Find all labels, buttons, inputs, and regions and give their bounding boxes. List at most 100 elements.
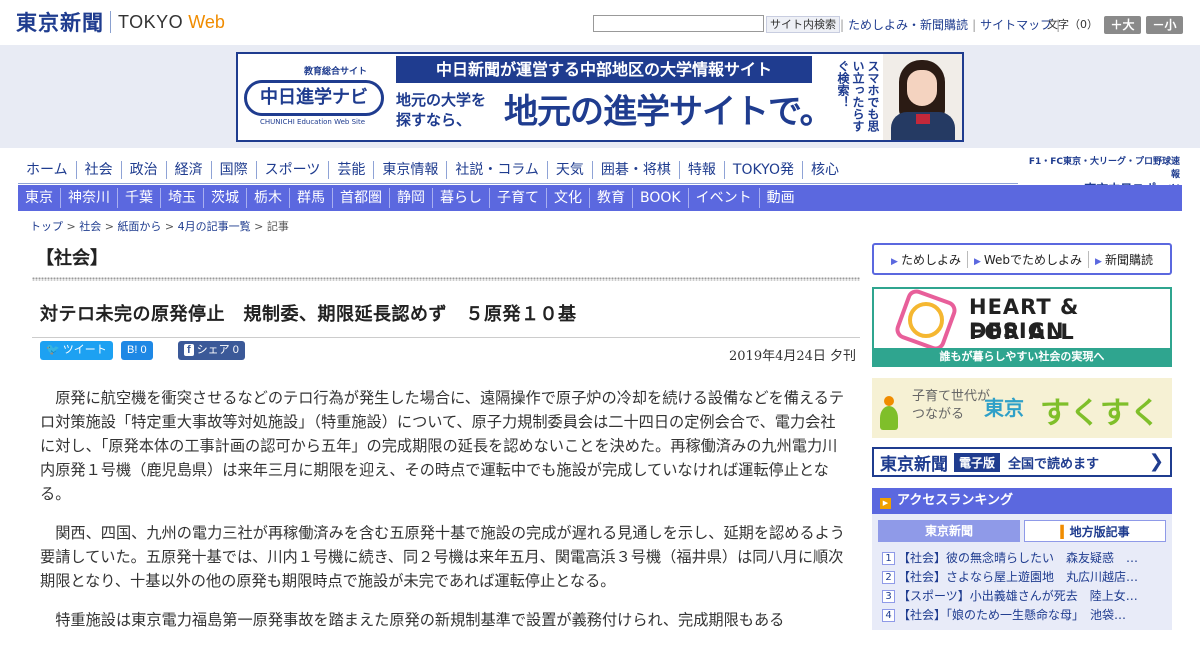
chunichi-sports-tagline: F1・FC東京・大リーグ・プロ野球速報 — [1028, 157, 1180, 180]
subscribe-label: 新聞購読 — [1104, 252, 1153, 267]
facebook-share-label: シェア 0 — [196, 344, 239, 356]
trial-subscribe-link[interactable]: ためしよみ・新聞購読 — [848, 16, 968, 33]
web-trial-read-link[interactable]: ▶ Webでためしよみ — [966, 250, 1088, 268]
ranking-item[interactable]: 4 【社会】「娘のため一生懸命な母」 池袋… — [882, 606, 1162, 624]
secondary-nav-item[interactable]: 首都圏 — [332, 188, 389, 208]
secondary-nav-item[interactable]: イベント — [687, 188, 759, 208]
top-links: | ためしよみ・新聞購読 | サイトマップ | — [836, 16, 1064, 33]
secondary-nav-item[interactable]: 動画 — [758, 188, 802, 208]
digital-edition-text: 全国で読めます — [1008, 456, 1100, 472]
banner-top-text: 中日新聞が運営する中部地区の大学情報サイト — [396, 56, 812, 83]
tweet-button[interactable]: 🐦 ツイート — [40, 341, 113, 360]
secondary-nav-item[interactable]: 神奈川 — [60, 188, 117, 208]
heart-design-banner[interactable]: HEART & DESIGN FOR ALL 誰もが暮らしやすい社会の実現へ — [872, 286, 1172, 367]
logo-japanese: 東京新聞 — [16, 10, 104, 35]
breadcrumb-april-list[interactable]: 4月の記事一覧 — [178, 220, 251, 233]
facebook-share-button[interactable]: f シェア 0 — [178, 341, 245, 360]
primary-nav-item[interactable]: 東京情報 — [373, 161, 446, 179]
primary-nav-item[interactable]: ホーム — [18, 161, 76, 179]
banner-vertical-text: スマホでも思い立ったらすぐ検索！ — [836, 60, 880, 132]
ranking-item[interactable]: 3 【スポーツ】小出義雄さんが死去 陸上女… — [882, 587, 1162, 605]
primary-nav-item[interactable]: 政治 — [120, 161, 166, 179]
sukusuku-tagline: 子育て世代が つながる — [912, 389, 991, 422]
logo-divider — [110, 11, 111, 33]
sukusuku-banner[interactable]: 子育て世代が つながる 東京 すくすく — [872, 378, 1172, 438]
ad-banner[interactable]: 教育総合サイト 中日進学ナビ CHUNICHI Education Web Si… — [236, 52, 964, 142]
dotted-divider — [32, 277, 860, 281]
section-heading: 【社会】 — [36, 248, 108, 269]
heart-design-title-2: FOR ALL — [969, 320, 1075, 344]
digital-edition-logo: 東京新聞 — [880, 454, 948, 475]
article-title: 対テロ未完の原発停止 規制委、期限延長認めず ５原発１０基 — [40, 304, 577, 325]
link-divider: | — [840, 17, 845, 32]
secondary-nav-item[interactable]: 埼玉 — [160, 188, 203, 208]
secondary-nav-item[interactable]: BOOK — [632, 188, 688, 208]
breadcrumb-print[interactable]: 紙面から — [117, 220, 161, 233]
search-button[interactable]: サイト内検索 — [766, 16, 840, 33]
leaf-icon — [880, 406, 898, 430]
sitemap-link[interactable]: サイトマップ — [980, 16, 1052, 33]
photo-face — [907, 70, 937, 106]
heart-design-subtitle: 誰もが暮らしやすい社会の実現へ — [874, 348, 1170, 365]
secondary-nav-item[interactable]: 暮らし — [432, 188, 489, 208]
logo-english: TOKYO — [118, 11, 184, 32]
web-trial-read-label: Webでためしよみ — [983, 252, 1083, 267]
primary-nav-item[interactable]: 国際 — [210, 161, 256, 179]
font-bigger-button[interactable]: ＋大 — [1104, 16, 1141, 34]
secondary-nav-item[interactable]: 千葉 — [117, 188, 160, 208]
chunichi-sports-link[interactable]: F1・FC東京・大リーグ・プロ野球速報 東京中日スポーツ — [1020, 154, 1180, 196]
ranking-tab-tokyo[interactable]: 東京新聞 — [878, 520, 1020, 542]
photo-bow — [916, 114, 930, 124]
ranking-tab-local[interactable]: ▍地方版記事 — [1024, 520, 1166, 542]
hatena-bookmark-button[interactable]: B! 0 — [121, 341, 153, 360]
secondary-nav-item[interactable]: 栃木 — [246, 188, 289, 208]
ranking-number: 2 — [882, 571, 895, 584]
ranking-item[interactable]: 1 【社会】彼の無念晴らしたい 森友疑惑 … — [882, 549, 1162, 567]
breadcrumb: トップ > 社会 > 紙面から > 4月の記事一覧 > 記事 — [30, 220, 289, 233]
digital-edition-banner[interactable]: 東京新聞 電子版 全国で読めます ❯ — [872, 447, 1172, 477]
secondary-nav-item[interactable]: 群馬 — [289, 188, 332, 208]
trial-read-link[interactable]: ▶ ためしよみ — [885, 251, 967, 268]
secondary-nav-item[interactable]: 静岡 — [389, 188, 432, 208]
arrow-right-icon: ▶ — [973, 256, 981, 267]
subscribe-link[interactable]: ▶ 新聞購読 — [1088, 250, 1159, 268]
primary-nav-item[interactable]: 社会 — [75, 161, 121, 179]
secondary-nav-item[interactable]: 茨城 — [203, 188, 246, 208]
ranking-tab-local-label: 地方版記事 — [1069, 525, 1130, 539]
secondary-nav-item[interactable]: 文化 — [546, 188, 589, 208]
search-input[interactable] — [593, 15, 764, 32]
article-paragraph: 原発に航空機を衝突させるなどのテロ行為が発生した場合に、遠隔操作で原子炉の冷却を… — [40, 389, 845, 503]
primary-nav-item[interactable]: スポーツ — [255, 161, 329, 179]
banner-logo: 教育総合サイト 中日進学ナビ CHUNICHI Education Web Si… — [242, 60, 386, 134]
ranking-text: 【スポーツ】小出義雄さんが死去 陸上女… — [898, 589, 1138, 603]
site-logo[interactable]: 東京新聞 TOKYO Web — [16, 8, 225, 36]
ranking-number: 3 — [882, 590, 895, 603]
primary-nav-item[interactable]: 天気 — [546, 161, 592, 179]
primary-nav-item[interactable]: 社説・コラム — [446, 161, 547, 179]
secondary-nav-item[interactable]: 東京 — [18, 188, 60, 208]
facebook-icon: f — [184, 344, 194, 356]
font-smaller-button[interactable]: －小 — [1146, 16, 1183, 34]
primary-nav-item[interactable]: TOKYO発 — [723, 161, 802, 179]
breadcrumb-top[interactable]: トップ — [30, 220, 63, 233]
ranking-header: ▶ アクセスランキング — [872, 488, 1172, 514]
primary-nav-item[interactable]: 特報 — [678, 161, 724, 179]
subscription-links: ▶ ためしよみ ▶ Webでためしよみ ▶ 新聞購読 — [872, 243, 1172, 275]
ranking-title: アクセスランキング — [897, 493, 1013, 508]
breadcrumb-society[interactable]: 社会 — [79, 220, 101, 233]
primary-nav-item[interactable]: 核心 — [801, 161, 847, 179]
secondary-nav-item[interactable]: 子育て — [489, 188, 546, 208]
logo-web: Web — [188, 11, 225, 32]
article-paragraph: 関西、四国、九州の電力三社が再稼働済みを含む五原発十基で施設の完成が遅れる見通し… — [40, 524, 845, 590]
secondary-nav: 東京 神奈川 千葉 埼玉 茨城 栃木 群馬 首都圏 静岡 暮らし 子育て 文化 教育 BOOK イベント 動画 — [18, 185, 1182, 211]
digital-edition-badge: 電子版 — [954, 452, 1001, 472]
secondary-nav-item[interactable]: 教育 — [589, 188, 632, 208]
twitter-bird-icon: 🐦 — [46, 344, 60, 356]
arrow-right-icon: ▶ — [891, 256, 898, 267]
primary-nav-item[interactable]: 囲碁・将棋 — [591, 161, 679, 179]
banner-model-photo — [883, 54, 962, 140]
primary-nav-item[interactable]: 経済 — [165, 161, 211, 179]
primary-nav-item[interactable]: 芸能 — [328, 161, 373, 179]
ranking-bullet-icon: ▶ — [880, 498, 891, 509]
ranking-item[interactable]: 2 【社会】さよなら屋上遊園地 丸広川越店… — [882, 568, 1162, 586]
